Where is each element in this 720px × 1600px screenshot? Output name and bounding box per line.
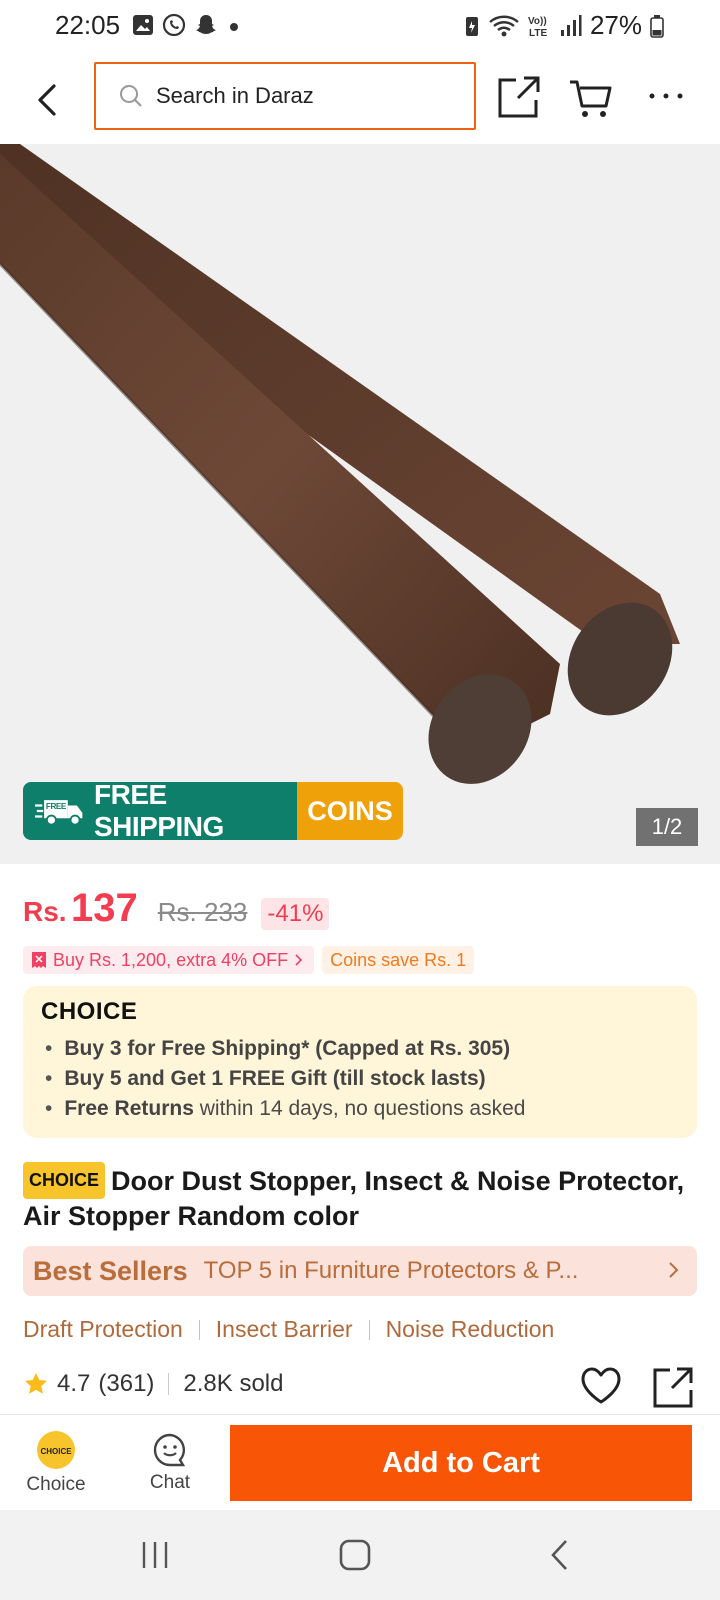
search-box[interactable] bbox=[94, 62, 476, 130]
truck-icon: FREE bbox=[35, 800, 83, 826]
chevron-right-icon bbox=[295, 954, 303, 966]
recent-apps-icon[interactable] bbox=[140, 1540, 170, 1570]
free-shipping-tag: FREE FREE SHIPPING bbox=[23, 782, 297, 840]
battery-percent: 27% bbox=[589, 10, 642, 40]
cart-icon[interactable] bbox=[566, 72, 616, 122]
choice-logo: CHOICE bbox=[41, 998, 138, 1025]
divider bbox=[168, 1373, 170, 1395]
feature-tags: Draft Protection Insect Barrier Noise Re… bbox=[23, 1316, 554, 1343]
choice-tab-label: Choice bbox=[26, 1474, 86, 1495]
choice-benefit-item: • Buy 3 for Free Shipping* (Capped at Rs.… bbox=[45, 1037, 511, 1060]
divider bbox=[368, 1319, 370, 1340]
price-current: 137 bbox=[71, 886, 138, 930]
back-nav-icon[interactable] bbox=[548, 1538, 572, 1572]
rating-row[interactable]: 4.7 (361) 2.8K sold bbox=[23, 1370, 283, 1398]
search-icon bbox=[120, 85, 142, 107]
choice-benefit-item: • Buy 5 and Get 1 FREE Gift (till stock l… bbox=[45, 1067, 486, 1090]
bottom-action-bar: CHOICE Choice Chat Add to Cart bbox=[0, 1414, 720, 1510]
benefit-bold: Buy 5 and Get 1 FREE Gift (till stock la… bbox=[64, 1067, 486, 1090]
bundle-offer-tag[interactable]: Buy Rs. 1,200, extra 4% OFF bbox=[23, 946, 315, 974]
svg-text:FREE: FREE bbox=[46, 802, 67, 811]
choice-badge: CHOICE bbox=[23, 1162, 106, 1199]
back-arrow-icon[interactable] bbox=[30, 72, 66, 128]
gallery-icon bbox=[133, 15, 153, 35]
price-original: Rs. 233 bbox=[157, 897, 248, 927]
svg-text:Vo)): Vo)) bbox=[528, 16, 547, 27]
bundle-offer-text: Buy Rs. 1,200, extra 4% OFF bbox=[53, 949, 289, 970]
star-icon bbox=[25, 1373, 47, 1394]
choice-icon: CHOICE bbox=[37, 1431, 75, 1469]
price-row: Rs. 137 Rs. 233 -41% bbox=[23, 886, 330, 931]
chevron-right-icon bbox=[669, 1262, 679, 1278]
best-sellers-rank: TOP 5 in Furniture Protectors & P... bbox=[203, 1257, 579, 1284]
share-icon[interactable] bbox=[652, 1366, 694, 1408]
battery-saver-icon bbox=[465, 16, 478, 36]
svg-text:CHOICE: CHOICE bbox=[40, 1447, 72, 1456]
best-sellers-banner[interactable]: Best Sellers TOP 5 in Furniture Protecto… bbox=[23, 1246, 697, 1296]
benefit-rest: within 14 days, no questions asked bbox=[193, 1097, 526, 1120]
heart-icon[interactable] bbox=[580, 1366, 622, 1406]
free-shipping-coins-banner: FREE FREE SHIPPING COINS bbox=[23, 782, 403, 840]
rating-count: (361) bbox=[98, 1370, 155, 1397]
product-title: CHOICE Door Dust Stopper, Insect & Noise … bbox=[23, 1162, 703, 1234]
best-sellers-label: Best Sellers bbox=[33, 1255, 188, 1286]
wifi-icon bbox=[489, 15, 519, 36]
price-current-wrap: Rs. 137 bbox=[23, 886, 138, 931]
feature-tag: Noise Reduction bbox=[385, 1316, 555, 1342]
feature-tag: Insect Barrier bbox=[215, 1316, 353, 1342]
snapchat-icon bbox=[196, 15, 216, 34]
status-bar: 22:05 Vo)) LTE 27% bbox=[0, 0, 720, 52]
coins-tag: COINS bbox=[297, 782, 403, 840]
status-left-icons bbox=[132, 13, 242, 37]
dot-icon bbox=[230, 23, 238, 31]
share-icon[interactable] bbox=[494, 72, 544, 122]
promo-tags: Buy Rs. 1,200, extra 4% OFF Coins save R… bbox=[23, 946, 475, 974]
search-input[interactable] bbox=[156, 83, 456, 109]
free-shipping-label: FREE SHIPPING bbox=[94, 782, 224, 840]
add-to-cart-button[interactable]: Add to Cart bbox=[230, 1425, 692, 1501]
product-image-gallery[interactable] bbox=[0, 144, 720, 864]
choice-tab[interactable]: CHOICE Choice bbox=[6, 1415, 106, 1511]
image-counter: 1/2 bbox=[636, 808, 698, 846]
product-title-text: Door Dust Stopper, Insect & Noise Protec… bbox=[23, 1166, 685, 1231]
whatsapp-icon bbox=[162, 13, 186, 37]
voucher-icon bbox=[32, 952, 46, 968]
benefit-bold: Free Returns bbox=[64, 1097, 194, 1120]
home-icon[interactable] bbox=[338, 1538, 372, 1572]
more-options-icon[interactable] bbox=[642, 72, 692, 122]
system-nav-bar bbox=[0, 1510, 720, 1600]
product-image bbox=[0, 144, 680, 784]
choice-benefits-box[interactable]: CHOICE • Buy 3 for Free Shipping* (Capped… bbox=[23, 986, 697, 1138]
price-currency: Rs. bbox=[23, 896, 67, 927]
status-time: 22:05 bbox=[55, 10, 121, 40]
benefit-bold: Buy 3 for Free Shipping* (Capped at Rs. … bbox=[64, 1037, 511, 1060]
rating-score: 4.7 bbox=[57, 1370, 91, 1397]
choice-benefit-item: • Free Returns within 14 days, no questio… bbox=[45, 1097, 526, 1120]
chat-icon bbox=[153, 1433, 186, 1467]
divider bbox=[198, 1319, 200, 1340]
signal-icon bbox=[560, 14, 582, 36]
chat-tab[interactable]: Chat bbox=[120, 1415, 220, 1511]
svg-text:LTE: LTE bbox=[529, 28, 547, 39]
sold-count: 2.8K sold bbox=[183, 1370, 284, 1397]
feature-tag: Draft Protection bbox=[23, 1316, 183, 1342]
top-header bbox=[0, 52, 720, 144]
choice-benefits-list: • Buy 3 for Free Shipping* (Capped at Rs.… bbox=[45, 1034, 525, 1124]
discount-badge: -41% bbox=[261, 898, 330, 930]
battery-icon bbox=[650, 14, 664, 38]
status-right: Vo)) LTE 27% bbox=[464, 10, 664, 41]
volte-icon: Vo))LTE bbox=[528, 16, 547, 39]
coins-save-tag: Coins save Rs. 1 bbox=[322, 946, 475, 974]
chat-tab-label: Chat bbox=[149, 1472, 191, 1493]
